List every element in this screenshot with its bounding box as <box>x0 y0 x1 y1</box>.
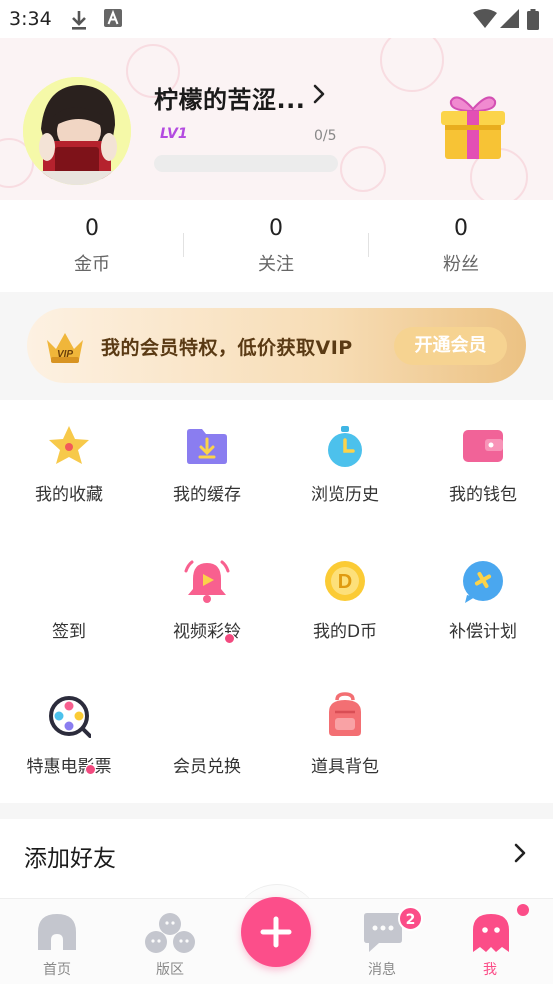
svg-text:D: D <box>338 571 352 593</box>
grid-item-video-ringtone[interactable]: 视频彩铃 <box>138 555 276 675</box>
cellular-signal-icon <box>500 9 519 28</box>
notification-dot <box>517 904 529 916</box>
grid-item-history[interactable]: 浏览历史 <box>276 420 414 540</box>
compensation-bubble-icon <box>463 561 503 603</box>
profile-ghost-icon <box>473 914 509 952</box>
plus-icon <box>260 916 292 948</box>
create-post-button[interactable] <box>241 897 311 967</box>
grid-item-wallet[interactable]: 我的钱包 <box>414 420 552 540</box>
grid-item-member-exchange[interactable]: 会员兑换 <box>138 690 276 810</box>
grid-item-d-coins[interactable]: D 我的D币 <box>276 555 414 675</box>
community-icon <box>145 913 195 953</box>
stat-label: 关注 <box>258 254 294 275</box>
d-coin-icon: D <box>325 561 365 601</box>
film-reel-icon <box>49 696 91 738</box>
stat-label: 粉丝 <box>443 254 479 275</box>
stat-coins[interactable]: 0 金币 <box>0 214 184 277</box>
chevron-right-icon[interactable] <box>312 84 326 104</box>
grid-item-favorites[interactable]: 我的收藏 <box>0 420 138 540</box>
stat-value: 0 <box>454 216 468 241</box>
add-friend-label: 添加好友 <box>24 846 116 872</box>
grid-label: 道具背包 <box>311 757 379 777</box>
battery-icon <box>527 9 539 30</box>
wifi-icon <box>473 9 497 28</box>
add-friend-row[interactable]: 添加好友 <box>0 819 553 889</box>
grid-label: 浏览历史 <box>311 485 379 505</box>
notification-dot <box>224 633 235 644</box>
avatar-image <box>23 77 131 185</box>
level-badge: LV1 <box>160 126 188 142</box>
grid-label: 我的缓存 <box>173 485 241 505</box>
tab-label: 我 <box>483 962 497 978</box>
tab-home[interactable]: 首页 <box>2 899 112 984</box>
stat-following[interactable]: 0 关注 <box>184 214 368 277</box>
sign-in-icon <box>47 559 91 603</box>
username[interactable]: 柠檬的苦涩... <box>154 80 305 115</box>
grid-label: 我的收藏 <box>35 485 103 505</box>
grid-item-backpack[interactable]: 道具背包 <box>276 690 414 810</box>
grid-item-compensation[interactable]: 补偿计划 <box>414 555 552 675</box>
video-ringtone-bell-icon <box>184 560 230 603</box>
open-membership-button[interactable]: 开通会员 <box>394 327 507 365</box>
level-progress-text: 0/5 <box>314 128 337 144</box>
gift-icon[interactable] <box>437 93 509 161</box>
home-icon <box>38 914 76 950</box>
wallet-icon <box>463 430 503 462</box>
stat-label: 金币 <box>74 254 110 275</box>
grid-label: 补偿计划 <box>449 622 517 642</box>
grid-label: 我的钱包 <box>449 485 517 505</box>
feature-grid: 我的收藏 我的缓存 浏览历史 我的钱包 签到 视频彩铃 D 我的D币 补偿计划 … <box>0 400 553 803</box>
stat-value: 0 <box>85 216 99 241</box>
status-time: 3:34 <box>9 8 52 30</box>
vip-banner[interactable]: VIP 我的会员特权，低价获取VIP 开通会员 <box>27 308 526 383</box>
section-divider <box>0 803 553 819</box>
level-progress-bar <box>154 155 338 172</box>
stopwatch-icon <box>328 426 362 467</box>
vip-banner-text: 我的会员特权，低价获取VIP <box>101 337 353 359</box>
stats-row: 0 金币 0 关注 0 粉丝 <box>0 200 553 292</box>
grid-label: 我的D币 <box>312 622 378 642</box>
tab-community[interactable]: 版区 <box>115 899 225 984</box>
notification-dot <box>85 764 96 775</box>
font-a-icon <box>104 9 122 27</box>
tab-label: 首页 <box>43 962 71 978</box>
stat-fans[interactable]: 0 粉丝 <box>369 214 553 277</box>
tab-label: 版区 <box>156 962 184 978</box>
download-icon <box>72 11 86 30</box>
download-folder-icon <box>187 429 227 464</box>
tab-label: 消息 <box>368 962 396 978</box>
grid-label: 视频彩铃 <box>173 622 241 642</box>
grid-item-cache[interactable]: 我的缓存 <box>138 420 276 540</box>
grid-label: 特惠电影票 <box>26 757 112 777</box>
stat-value: 0 <box>269 216 283 241</box>
member-exchange-icon <box>185 694 229 738</box>
background-doodle <box>380 38 444 92</box>
backpack-icon <box>329 692 361 736</box>
star-badge-icon <box>49 426 89 464</box>
vip-crown-label: VIP <box>57 349 73 360</box>
grid-item-checkin[interactable]: 签到 <box>0 555 138 675</box>
vip-crown-icon: VIP <box>47 333 83 363</box>
chevron-right-icon <box>514 843 526 863</box>
status-bar: 3:34 <box>0 0 553 38</box>
avatar[interactable] <box>23 77 131 185</box>
message-count-badge: 2 <box>398 906 423 931</box>
grid-label: 会员兑换 <box>173 757 241 777</box>
grid-label: 签到 <box>52 622 86 642</box>
background-doodle <box>340 146 386 192</box>
vip-section: VIP 我的会员特权，低价获取VIP 开通会员 <box>0 292 553 400</box>
grid-item-movie-tickets[interactable]: 特惠电影票 <box>0 690 138 810</box>
